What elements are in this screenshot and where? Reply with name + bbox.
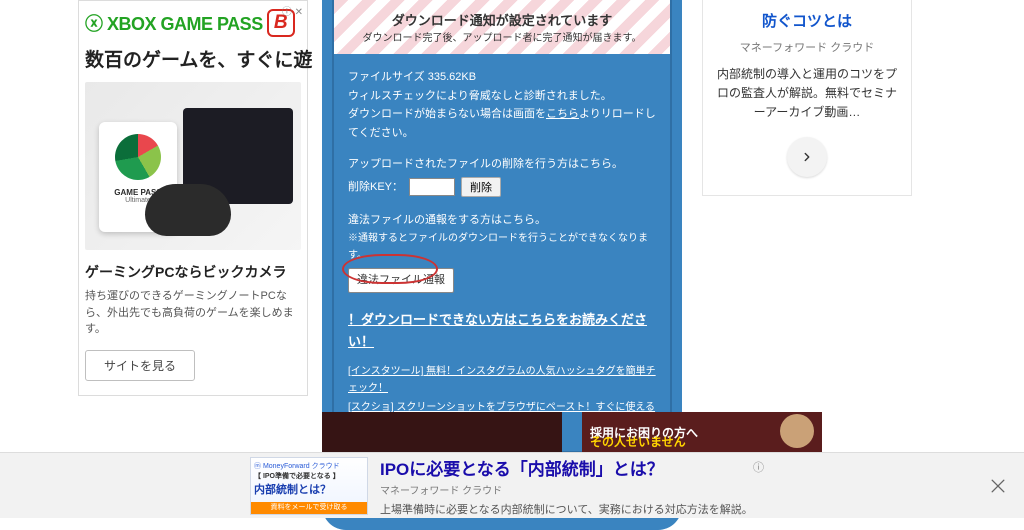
ad-cta-button[interactable]: サイトを見る xyxy=(85,350,195,381)
sticky-ad-desc: 上場準備時に必要となる内部統制について、実務における対応方法を解説。 xyxy=(380,501,753,517)
notice-sub: ダウンロード完了後、アップロード者に完了通知が届きます。 xyxy=(363,29,642,44)
ad-headline: 数百のゲームを、すぐに遊 xyxy=(85,45,301,72)
right-ad-next-button[interactable] xyxy=(787,137,827,177)
sticky-ad-headline[interactable]: IPOに必要となる「内部統制」とは？ xyxy=(380,455,753,480)
banner-1[interactable] xyxy=(322,412,562,452)
delete-hint: アップロードされたファイルの削除を行う方はこちら。 xyxy=(348,155,656,174)
ad-hero-image: GAME PASS Ultimate xyxy=(85,82,301,250)
notice-stripe: ダウンロード通知が設定されています ダウンロード完了後、アップロード者に完了通知… xyxy=(334,0,670,54)
delete-key-label: 削除KEY： xyxy=(348,178,403,197)
sticky-ad-image[interactable]: ⓜ MoneyForward クラウド 【 IPO準備で必要となる 】 内部統制… xyxy=(250,457,368,515)
report-hint: 違法ファイルの通報をする方はこちら。 xyxy=(348,211,656,230)
report-warning: ※通報するとファイルのダウンロードを行うことができなくなります。 xyxy=(348,230,656,264)
filesize-value: 335.62KB xyxy=(428,71,476,83)
xbox-gamepass-logo: ⓧ XBOX GAME PASS xyxy=(85,10,263,36)
reload-link[interactable]: こちら xyxy=(546,108,579,120)
sticky-ad-img-mid: 【 IPO準備で必要となる 】 xyxy=(254,471,364,481)
right-ad-brand: マネーフォワード クラウド xyxy=(715,39,899,55)
ad-logo-row: ⓧ XBOX GAME PASS B xyxy=(85,9,301,37)
banner-2-line2: その人せいません xyxy=(590,433,686,450)
close-icon xyxy=(988,476,1008,496)
right-ad-card: 防ぐコツとは マネーフォワード クラウド 内部統制の導入と運用のコツをプロの監査… xyxy=(702,0,912,196)
left-ad-card: ⓘ ✕ ⓧ XBOX GAME PASS B 数百のゲームを、すぐに遊 GAME… xyxy=(78,0,308,396)
delete-row: 削除KEY： 削除 xyxy=(348,177,656,197)
virus-line: ウィルスチェックにより脅威なしと診断されました。 xyxy=(348,87,656,106)
sticky-ad-img-cta[interactable]: 資料をメールで受け取る xyxy=(251,502,367,514)
ad-container: ⓘ ✕ ⓧ XBOX GAME PASS B 数百のゲームを、すぐに遊 GAME… xyxy=(78,0,308,396)
delete-button[interactable]: 削除 xyxy=(461,177,501,197)
right-ad-desc: 内部統制の導入と運用のコツをプロの監査人が解説。無料でセミナーアーカイブ動画… xyxy=(715,65,899,123)
sticky-ad-brand: マネーフォワード クラウド xyxy=(380,482,753,497)
sticky-bottom-ad: ⓜ MoneyForward クラウド 【 IPO準備で必要となる 】 内部統制… xyxy=(0,452,1024,518)
ad-description: 持ち運びのできるゲーミングノートPCなら、外出先でも高負荷のゲームを楽しめます。 xyxy=(85,288,301,338)
banner-2-face-icon xyxy=(780,414,814,448)
sticky-ad-close-button[interactable] xyxy=(986,474,1010,498)
chevron-right-icon xyxy=(800,150,814,164)
promo-link-instatool[interactable]: [インスタツール] 無料！インスタグラムの人気ハッシュタグを簡単チェック！ xyxy=(348,363,656,397)
sticky-ad-info-icon[interactable]: ⓘ xyxy=(753,459,764,475)
right-ad-title[interactable]: 防ぐコツとは xyxy=(715,10,899,31)
panel-body: ファイルサイズ 335.62KB ウィルスチェックにより脅威なしと診断されました… xyxy=(334,54,670,441)
controller-icon xyxy=(145,184,231,236)
banner-row: 採用にお困りの方へ その人せいません xyxy=(322,412,822,452)
reload-line: ダウンロードが始まらない場合は画面をこちらよりリロードしてください。 xyxy=(348,105,656,142)
filesize-label: ファイルサイズ xyxy=(348,71,425,83)
sticky-ad-img-top: ⓜ MoneyForward クラウド xyxy=(254,461,364,471)
sticky-ad-img-big: 内部統制とは？ xyxy=(254,481,364,497)
ad-subtitle: ゲーミングPCならビックカメラ xyxy=(85,262,301,282)
cannot-download-link[interactable]: ！ダウンロードできない方はこちらをお読みください！ xyxy=(348,309,656,353)
notice-title: ダウンロード通知が設定されています xyxy=(392,10,613,29)
ad-info-close[interactable]: ⓘ ✕ xyxy=(282,3,303,18)
filesize-line: ファイルサイズ 335.62KB xyxy=(348,68,656,87)
delete-key-input[interactable] xyxy=(409,178,455,196)
report-illegal-button[interactable]: 違法ファイル通報 xyxy=(348,268,454,293)
banner-2[interactable]: 採用にお困りの方へ その人せいません xyxy=(582,412,822,452)
